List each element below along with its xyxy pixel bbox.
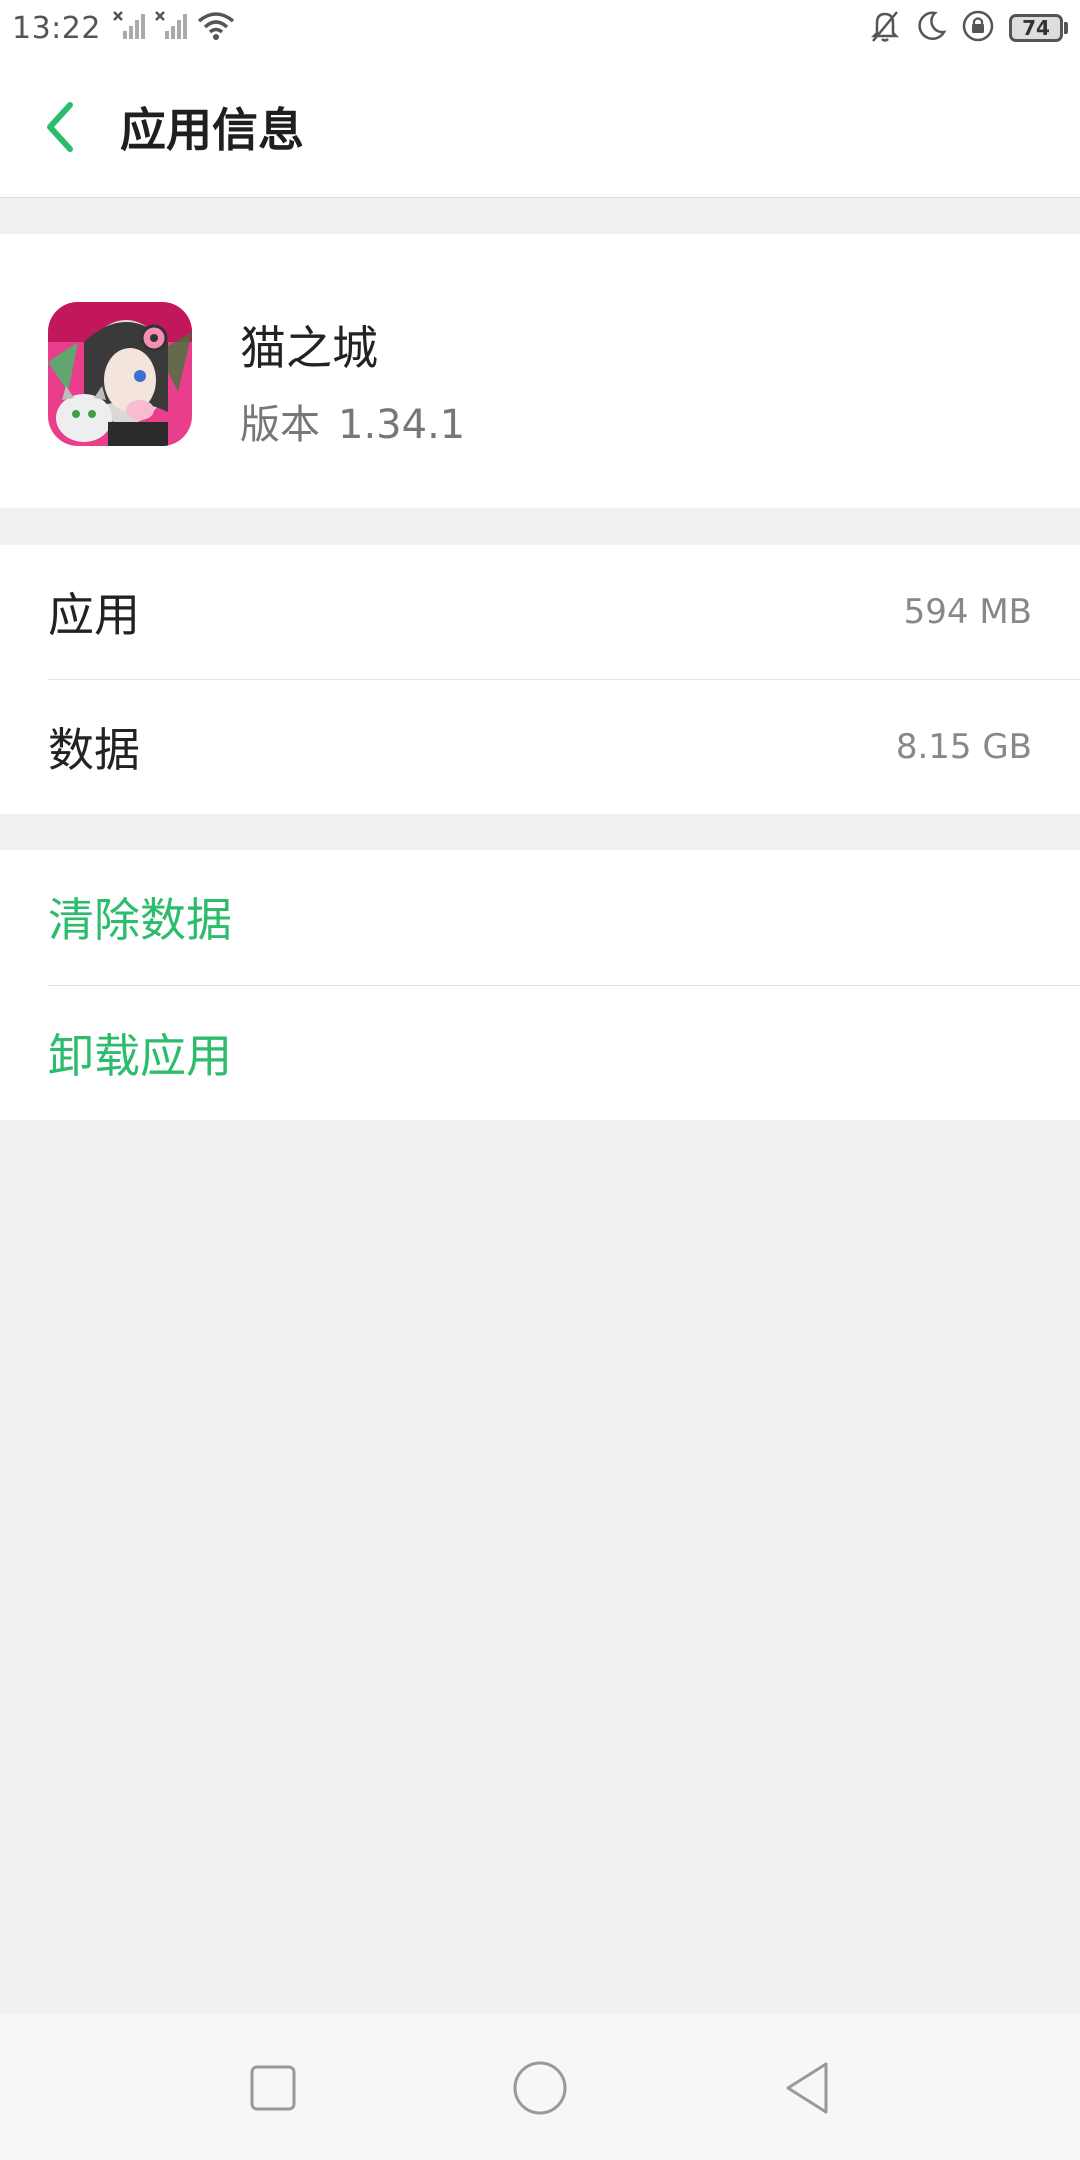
status-time: 13:22 <box>12 10 101 46</box>
mute-icon <box>869 9 901 47</box>
page-title: 应用信息 <box>120 102 304 157</box>
home-button[interactable] <box>500 2048 580 2128</box>
rotation-lock-icon <box>961 9 995 47</box>
version-label: 版本 <box>240 402 320 448</box>
signal-off-icon <box>155 11 189 45</box>
status-bar: 13:22 74 <box>0 0 1080 56</box>
status-left-icons <box>113 11 235 45</box>
clear-data-button[interactable]: 清除数据 <box>0 850 1080 984</box>
storage-row-data: 数据 8.15 GB <box>0 680 1080 814</box>
battery-level: 74 <box>1009 14 1063 42</box>
screen: 13:22 74 应用信息 猫之城 版本 1.34.1 应用 594 MB 数据… <box>0 0 1080 2160</box>
app-bar: 应用信息 <box>0 56 1080 198</box>
storage-card: 应用 594 MB 数据 8.15 GB <box>0 545 1080 814</box>
recents-button[interactable] <box>233 2048 313 2128</box>
actions-card: 清除数据 卸载应用 <box>0 850 1080 1120</box>
clear-data-label: 清除数据 <box>48 893 232 947</box>
back-button[interactable] <box>0 56 120 198</box>
storage-row-app: 应用 594 MB <box>0 545 1080 679</box>
signal-off-icon <box>113 11 147 45</box>
chevron-left-icon <box>47 101 73 152</box>
battery-icon: 74 <box>1009 14 1068 42</box>
app-icon <box>48 302 192 446</box>
recents-square-icon <box>250 2065 296 2110</box>
app-header-card: 猫之城 版本 1.34.1 <box>0 234 1080 508</box>
back-nav-button[interactable] <box>767 2048 847 2128</box>
wifi-icon <box>197 11 235 45</box>
app-name: 猫之城 <box>240 321 378 375</box>
app-version: 版本 1.34.1 <box>240 392 465 450</box>
storage-row-label: 应用 <box>48 588 140 642</box>
uninstall-label: 卸载应用 <box>48 1029 232 1083</box>
storage-row-label: 数据 <box>48 723 140 777</box>
status-right-icons: 74 <box>869 9 1068 47</box>
storage-row-value: 8.15 GB <box>895 727 1032 767</box>
version-value: 1.34.1 <box>338 402 466 448</box>
storage-row-value: 594 MB <box>903 592 1032 632</box>
moon-icon <box>915 10 947 46</box>
home-circle-icon <box>513 2061 567 2114</box>
navigation-bar <box>0 2015 1080 2160</box>
back-triangle-icon <box>786 2062 828 2113</box>
uninstall-button[interactable]: 卸载应用 <box>0 986 1080 1120</box>
